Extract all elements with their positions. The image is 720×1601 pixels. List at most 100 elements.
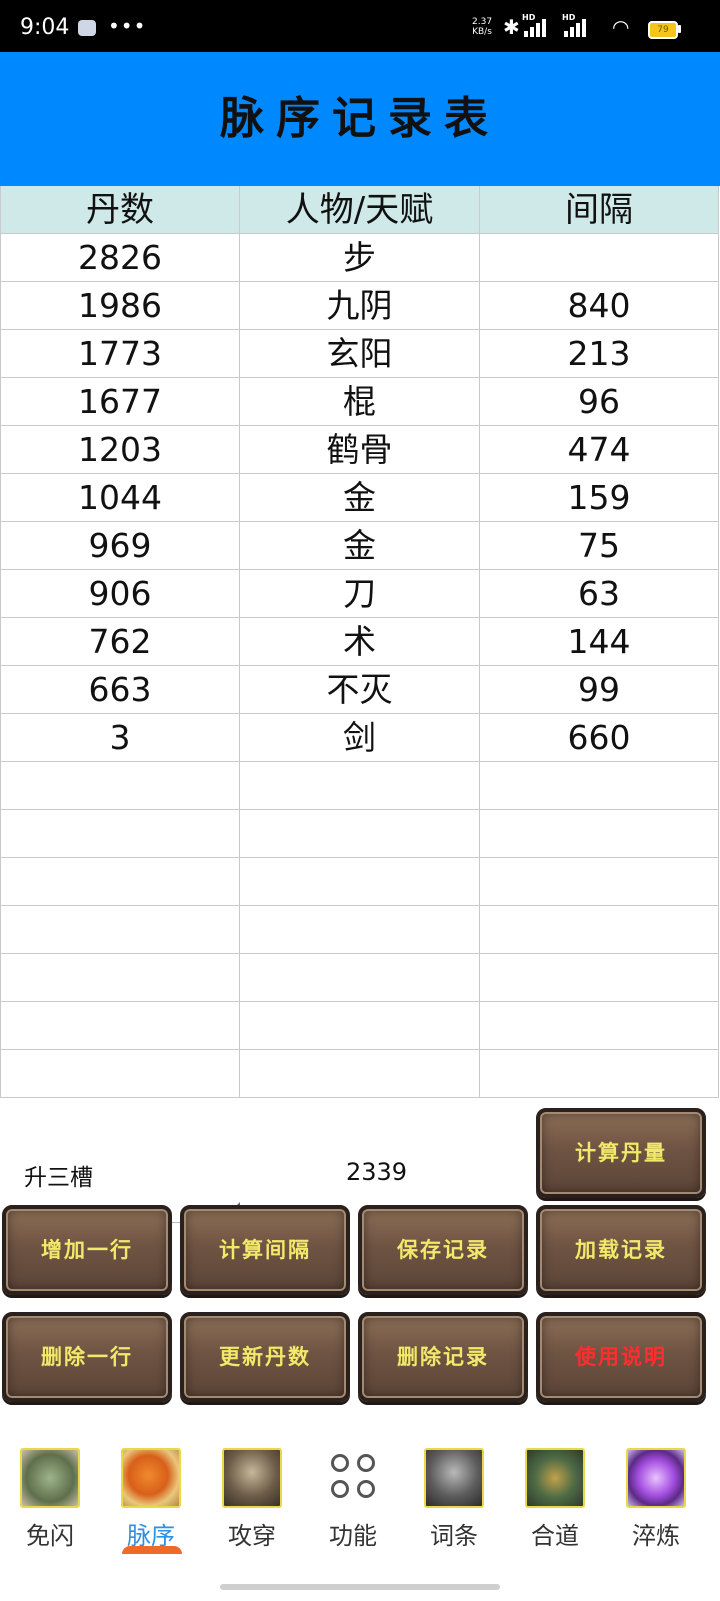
calculate-interval-button[interactable]: 计算间隔 [180,1205,350,1295]
nav-item-functions[interactable]: 功能 [303,1440,403,1566]
interval-cell[interactable] [480,1002,719,1050]
nav-item-penetration[interactable]: 攻穿 [202,1440,302,1566]
table-row[interactable]: 663 不灭 99 [0,666,719,714]
character-cell[interactable]: 不灭 [240,666,480,714]
nav-label: 免闪 [26,1522,74,1550]
dan-cell[interactable] [0,858,240,906]
record-table: 丹数 人物/天赋 间隔 2826 步 1986 九阴 840 1773 玄阳 213 1677 棍… [0,186,719,1098]
character-cell[interactable] [240,1050,480,1098]
interval-cell[interactable]: 660 [480,714,719,762]
nav-item-dodge[interactable]: 免闪 [0,1440,100,1566]
character-cell[interactable] [240,762,480,810]
interval-cell[interactable]: 99 [480,666,719,714]
interval-cell[interactable] [480,762,719,810]
table-row[interactable] [0,858,719,906]
dan-cell[interactable] [0,1050,240,1098]
character-cell[interactable]: 刀 [240,570,480,618]
table-row[interactable]: 1677 棍 96 [0,378,719,426]
instructions-button[interactable]: 使用说明 [536,1312,706,1402]
interval-cell[interactable]: 159 [480,474,719,522]
character-cell[interactable]: 九阴 [240,282,480,330]
more-notifications-icon: ••• [108,14,147,38]
character-cell[interactable]: 金 [240,522,480,570]
character-cell[interactable]: 玄阳 [240,330,480,378]
dan-cell[interactable]: 3 [0,714,240,762]
table-row[interactable]: 1773 玄阳 213 [0,330,719,378]
table-row[interactable] [0,954,719,1002]
interval-cell[interactable] [480,858,719,906]
status-bar: 9:04 ••• 2.37 KB/s ✱ HD HD ◠ 79 [0,0,720,52]
character-cell[interactable] [240,810,480,858]
update-dan-button[interactable]: 更新丹数 [180,1312,350,1402]
interval-cell[interactable] [480,1050,719,1098]
dan-cell[interactable] [0,1002,240,1050]
interval-cell[interactable] [480,810,719,858]
interval-cell[interactable] [480,906,719,954]
table-row[interactable]: 3 剑 660 [0,714,719,762]
calculate-dan-button[interactable]: 计算丹量 [536,1108,706,1198]
interval-cell[interactable]: 96 [480,378,719,426]
dan-cell[interactable] [0,954,240,1002]
dan-cell[interactable]: 1986 [0,282,240,330]
table-row[interactable]: 969 金 75 [0,522,719,570]
dan-cell[interactable] [0,762,240,810]
dan-cell[interactable]: 2826 [0,234,240,282]
dan-cell[interactable] [0,810,240,858]
bronze-compass-icon [525,1448,585,1508]
character-cell[interactable]: 剑 [240,714,480,762]
character-cell[interactable]: 金 [240,474,480,522]
interval-cell[interactable]: 474 [480,426,719,474]
table-row[interactable]: 762 术 144 [0,618,719,666]
bottom-navigation: 免闪 脉序 攻穿 功能 词条 合道 淬炼 [0,1440,720,1566]
slot-spinner-value[interactable]: 升三槽 [24,1158,93,1192]
load-record-button[interactable]: 加载记录 [536,1205,706,1295]
nav-label: 词条 [430,1522,478,1550]
delete-row-button[interactable]: 删除一行 [2,1312,172,1402]
table-row[interactable]: 2826 步 [0,234,719,282]
dan-cell[interactable]: 1773 [0,330,240,378]
dan-cell[interactable]: 1677 [0,378,240,426]
nav-item-union[interactable]: 合道 [505,1440,605,1566]
character-cell[interactable]: 鹤骨 [240,426,480,474]
nav-label: 攻穿 [228,1522,276,1550]
character-cell[interactable] [240,954,480,1002]
add-row-button[interactable]: 增加一行 [2,1205,172,1295]
character-cell[interactable]: 步 [240,234,480,282]
dan-cell[interactable] [0,906,240,954]
save-record-button[interactable]: 保存记录 [358,1205,528,1295]
home-indicator[interactable] [220,1584,500,1590]
table-row[interactable]: 1044 金 159 [0,474,719,522]
interval-cell[interactable]: 213 [480,330,719,378]
interval-cell[interactable] [480,234,719,282]
dan-amount-value: 2339 [346,1158,408,1186]
bluetooth-icon: ✱ [503,15,520,39]
dan-cell[interactable]: 1203 [0,426,240,474]
dan-cell[interactable]: 663 [0,666,240,714]
nav-item-temper[interactable]: 淬炼 [606,1440,706,1566]
character-cell[interactable]: 术 [240,618,480,666]
character-cell[interactable]: 棍 [240,378,480,426]
dan-cell[interactable]: 906 [0,570,240,618]
battery-cap [678,25,681,33]
table-row[interactable] [0,1002,719,1050]
table-row[interactable] [0,906,719,954]
character-cell[interactable] [240,906,480,954]
dan-cell[interactable]: 969 [0,522,240,570]
table-row[interactable] [0,762,719,810]
character-cell[interactable] [240,1002,480,1050]
interval-cell[interactable]: 75 [480,522,719,570]
character-cell[interactable] [240,858,480,906]
table-row[interactable]: 906 刀 63 [0,570,719,618]
nav-item-affixes[interactable]: 词条 [404,1440,504,1566]
delete-record-button[interactable]: 删除记录 [358,1312,528,1402]
interval-cell[interactable]: 144 [480,618,719,666]
dan-cell[interactable]: 1044 [0,474,240,522]
table-row[interactable]: 1986 九阴 840 [0,282,719,330]
interval-cell[interactable] [480,954,719,1002]
interval-cell[interactable]: 840 [480,282,719,330]
table-row[interactable]: 1203 鹤骨 474 [0,426,719,474]
interval-cell[interactable]: 63 [480,570,719,618]
dan-cell[interactable]: 762 [0,618,240,666]
table-row[interactable] [0,1050,719,1098]
table-row[interactable] [0,810,719,858]
